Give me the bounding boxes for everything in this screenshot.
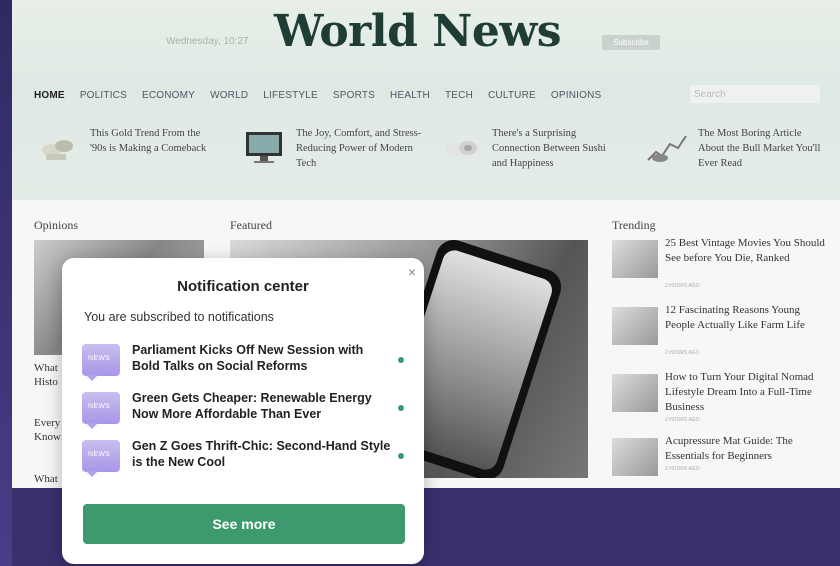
promo-item[interactable]: This Gold Trend From the '90s is Making … bbox=[34, 126, 218, 182]
notification-text: Parliament Kicks Off New Session with Bo… bbox=[132, 343, 364, 373]
unread-dot bbox=[398, 357, 404, 363]
bull-icon bbox=[647, 135, 687, 162]
notification-item[interactable]: NEWS Gen Z Goes Thrift-Chic: Second-Hand… bbox=[82, 438, 408, 480]
featured-heading: Featured bbox=[230, 218, 272, 232]
masthead-date: Wednesday, 10:27 bbox=[166, 36, 249, 47]
promo-item[interactable]: There's a Surprising Connection Between … bbox=[436, 126, 620, 182]
trending-item[interactable]: 25 Best Vintage Movies You Should See be… bbox=[612, 236, 832, 292]
nav-item-home[interactable]: HOME bbox=[34, 90, 65, 101]
news-icon: NEWS bbox=[82, 440, 120, 477]
background-strip bbox=[0, 0, 12, 566]
sushi-icon bbox=[445, 141, 477, 157]
nav-item-world[interactable]: WORLD bbox=[210, 90, 248, 101]
promo-row: This Gold Trend From the '90s is Making … bbox=[12, 126, 840, 186]
trending-title: Acupressure Mat Guide: The Essentials fo… bbox=[665, 435, 793, 462]
subscribe-button[interactable]: Subscribe bbox=[602, 35, 660, 50]
opinion-headline[interactable]: What bbox=[34, 472, 58, 486]
subscription-status: You are subscribed to notifications bbox=[84, 310, 274, 324]
site-logo[interactable]: World News bbox=[274, 6, 562, 57]
trending-item[interactable]: Acupressure Mat Guide: The Essentials fo… bbox=[612, 434, 832, 488]
trending-meta: 2 HOURS AGO bbox=[665, 417, 700, 423]
see-more-button[interactable]: See more bbox=[83, 504, 405, 544]
notification-item[interactable]: NEWS Green Gets Cheaper: Renewable Energ… bbox=[82, 390, 408, 432]
trending-thumbnail bbox=[612, 307, 658, 345]
opinion-headline[interactable]: What bbox=[34, 361, 58, 375]
nav-item-culture[interactable]: CULTURE bbox=[488, 90, 536, 101]
promo-title: This Gold Trend From the '90s is Making … bbox=[90, 128, 207, 154]
opinion-headline[interactable]: Histo bbox=[34, 375, 58, 389]
notification-item[interactable]: NEWS Parliament Kicks Off New Session wi… bbox=[82, 342, 408, 384]
promo-title: The Joy, Comfort, and Stress-Reducing Po… bbox=[296, 128, 422, 169]
nav-item-lifestyle[interactable]: LIFESTYLE bbox=[263, 90, 318, 101]
unread-dot bbox=[398, 453, 404, 459]
nav-item-health[interactable]: HEALTH bbox=[390, 90, 430, 101]
promo-item[interactable]: The Joy, Comfort, and Stress-Reducing Po… bbox=[240, 126, 424, 182]
notification-text: Gen Z Goes Thrift-Chic: Second-Hand Styl… bbox=[132, 439, 391, 469]
masthead: Wednesday, 10:27 World News Subscribe HO… bbox=[12, 0, 840, 200]
news-icon-tail bbox=[86, 423, 98, 429]
notification-center-modal: × Notification center You are subscribed… bbox=[62, 258, 424, 564]
trending-meta: 2 HOURS AGO bbox=[665, 466, 700, 472]
news-icon: NEWS bbox=[82, 392, 120, 429]
opinion-headline[interactable]: Know bbox=[34, 430, 61, 444]
nav-item-politics[interactable]: POLITICS bbox=[80, 90, 127, 101]
nav-item-tech[interactable]: TECH bbox=[445, 90, 473, 101]
trending-title: 25 Best Vintage Movies You Should See be… bbox=[665, 237, 825, 264]
opinion-headline[interactable]: Every bbox=[34, 416, 60, 430]
news-icon-tail bbox=[86, 375, 98, 381]
trending-title: 12 Fascinating Reasons Young People Actu… bbox=[665, 304, 805, 331]
nav-item-economy[interactable]: ECONOMY bbox=[142, 90, 195, 101]
promo-title: The Most Boring Article About the Bull M… bbox=[698, 128, 821, 169]
trending-thumbnail bbox=[612, 240, 658, 278]
trending-heading: Trending bbox=[612, 218, 656, 232]
trending-title: How to Turn Your Digital Nomad Lifestyle… bbox=[665, 371, 814, 413]
unread-dot bbox=[398, 405, 404, 411]
notification-text: Green Gets Cheaper: Renewable Energy Now… bbox=[132, 391, 372, 421]
notification-center-title: Notification center bbox=[177, 278, 309, 295]
trending-meta: 2 HOURS AGO bbox=[665, 350, 700, 356]
trending-thumbnail bbox=[612, 374, 658, 412]
news-icon: NEWS bbox=[82, 344, 120, 381]
opinions-heading: Opinions bbox=[34, 218, 79, 232]
gold-jewelry-icon bbox=[42, 140, 73, 160]
promo-item[interactable]: The Most Boring Article About the Bull M… bbox=[642, 126, 826, 182]
nav-item-opinions[interactable]: OPINIONS bbox=[551, 90, 602, 101]
news-icon-tail bbox=[86, 471, 98, 477]
nav-item-sports[interactable]: SPORTS bbox=[333, 90, 375, 101]
news-icon-label: NEWS bbox=[88, 451, 111, 458]
trending-item[interactable]: How to Turn Your Digital Nomad Lifestyle… bbox=[612, 370, 832, 426]
trending-thumbnail bbox=[612, 438, 658, 476]
trending-item[interactable]: 12 Fascinating Reasons Young People Actu… bbox=[612, 303, 832, 359]
trending-meta: 2 HOURS AGO bbox=[665, 283, 700, 289]
search-input[interactable]: Search bbox=[690, 85, 820, 103]
news-icon-label: NEWS bbox=[88, 355, 111, 362]
promo-title: There's a Surprising Connection Between … bbox=[492, 128, 606, 169]
monitor-icon bbox=[246, 132, 282, 163]
news-icon-label: NEWS bbox=[88, 403, 111, 410]
